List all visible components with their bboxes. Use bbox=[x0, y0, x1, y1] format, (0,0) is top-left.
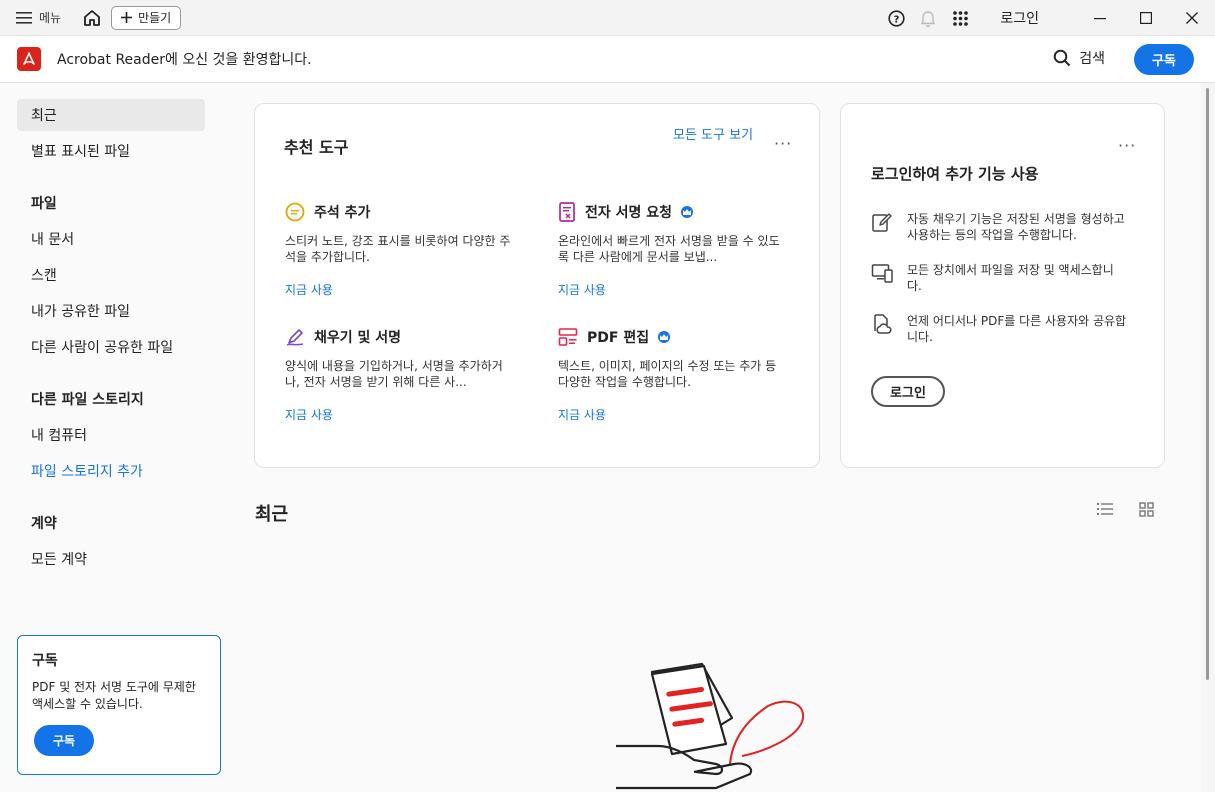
minimize-icon bbox=[1094, 18, 1106, 20]
tool-request-esign: 전자 서명 요청 온라인에서 빠르게 전자 서명을 받을 수 있도록 다른 사람… bbox=[558, 202, 788, 298]
tool-name: 전자 서명 요청 bbox=[585, 205, 673, 221]
sidebar-item-all-agreements[interactable]: 모든 계약 bbox=[17, 543, 205, 575]
hamburger-icon bbox=[16, 11, 32, 24]
subscribe-card: 구독 PDF 및 전자 서명 도구에 무제한 액세스할 수 있습니다. 구독 bbox=[17, 635, 221, 775]
sidebar-heading-files: 파일 bbox=[31, 196, 57, 212]
sidebar-heading-agreements: 계약 bbox=[31, 516, 57, 532]
help-icon: ? bbox=[888, 9, 905, 27]
acrobat-logo bbox=[17, 47, 41, 71]
menu-button[interactable]: 메뉴 bbox=[16, 9, 61, 26]
tool-edit-pdf: PDF 편집 텍스트, 이미지, 페이지의 수정 또는 추가 등 다양한 작업을… bbox=[558, 327, 788, 423]
tool-use-now-link[interactable]: 지금 사용 bbox=[558, 281, 788, 298]
search-button[interactable]: 검색 bbox=[1053, 48, 1105, 68]
subscribe-button[interactable]: 구독 bbox=[1134, 44, 1194, 75]
close-icon bbox=[1186, 12, 1198, 24]
feature-text: 모든 장치에서 파일을 저장 및 액세스합니다. bbox=[907, 263, 1114, 293]
search-label: 검색 bbox=[1079, 51, 1105, 67]
esign-request-icon bbox=[559, 202, 575, 222]
tool-name: PDF 편집 bbox=[587, 330, 650, 346]
feature-text: 언제 어디서나 PDF를 다른 사용자와 공유합니다. bbox=[907, 314, 1127, 344]
create-label: 만들기 bbox=[138, 11, 172, 25]
titlebar-login-link[interactable]: 로그인 bbox=[1000, 8, 1039, 28]
close-button[interactable] bbox=[1169, 0, 1215, 36]
grid-view-icon[interactable] bbox=[1139, 502, 1154, 517]
bell-icon bbox=[921, 10, 936, 27]
subscribe-card-title: 구독 bbox=[32, 653, 58, 669]
tool-name: 주석 추가 bbox=[314, 205, 371, 221]
help-button[interactable]: ? bbox=[880, 0, 912, 36]
recent-section-title: 최근 bbox=[255, 504, 289, 525]
search-icon bbox=[1053, 49, 1071, 67]
feature-item: 언제 어디서나 PDF를 다른 사용자와 공유합니다. bbox=[871, 313, 1131, 345]
minimize-button[interactable] bbox=[1077, 0, 1123, 36]
login-card-more-button[interactable]: ··· bbox=[1118, 136, 1136, 155]
scrollbar-thumb[interactable] bbox=[1206, 88, 1209, 680]
apps-grid-icon bbox=[953, 10, 968, 26]
login-button[interactable]: 로그인 bbox=[871, 376, 945, 407]
tool-add-comment: 주석 추가 스티커 노트, 강조 표시를 비롯하여 다양한 주석을 추가합니다.… bbox=[285, 202, 515, 298]
tool-name: 채우기 및 서명 bbox=[314, 330, 402, 346]
tool-description: 스티커 노트, 강조 표시를 비롯하여 다양한 주석을 추가합니다. bbox=[285, 234, 511, 264]
sidebar-item-my-documents[interactable]: 내 문서 bbox=[17, 223, 205, 255]
comment-icon bbox=[285, 202, 305, 222]
tools-card-title: 추천 도구 bbox=[284, 138, 349, 157]
view-toggle bbox=[1097, 502, 1154, 517]
sidebar-item-scan[interactable]: 스캔 bbox=[17, 259, 205, 291]
autofill-edit-icon bbox=[872, 213, 892, 232]
create-button[interactable]: 만들기 bbox=[111, 5, 182, 30]
devices-icon bbox=[871, 264, 893, 283]
maximize-icon bbox=[1140, 12, 1152, 24]
welcome-header: Acrobat Reader에 오신 것을 환영합니다. 검색 구독 bbox=[0, 36, 1215, 83]
home-button[interactable] bbox=[79, 5, 105, 31]
notifications-button[interactable] bbox=[912, 0, 944, 36]
tool-description: 텍스트, 이미지, 페이지의 수정 또는 추가 등 다양한 작업을 수행합니다. bbox=[558, 359, 777, 389]
menu-label: 메뉴 bbox=[39, 11, 62, 25]
tool-description: 양식에 내용을 기입하거나, 서명을 추가하거나, 전자 서명을 받기 위해 다… bbox=[285, 359, 503, 389]
sidebar-item-shared-by-others[interactable]: 다른 사람이 공유한 파일 bbox=[17, 331, 205, 363]
svg-text:?: ? bbox=[893, 14, 899, 25]
list-view-icon[interactable] bbox=[1097, 502, 1113, 516]
view-all-tools-link[interactable]: 모든 도구 보기 bbox=[673, 124, 753, 143]
subscribe-card-description: PDF 및 전자 서명 도구에 무제한 액세스할 수 있습니다. bbox=[32, 680, 196, 711]
sidebar-item-shared-by-me[interactable]: 내가 공유한 파일 bbox=[17, 295, 205, 327]
sidebar-heading-storage: 다른 파일 스토리지 bbox=[31, 392, 144, 408]
tool-use-now-link[interactable]: 지금 사용 bbox=[285, 406, 515, 423]
welcome-text: Acrobat Reader에 오신 것을 환영합니다. bbox=[57, 52, 312, 68]
login-card-title: 로그인하여 추가 기능 사용 bbox=[871, 165, 1039, 183]
feature-text: 자동 채우기 기능은 저장된 서명을 형성하고 사용하는 등의 작업을 수행합니… bbox=[907, 212, 1125, 242]
sidebar-item-add-storage[interactable]: 파일 스토리지 추가 bbox=[17, 455, 205, 487]
premium-crown-icon bbox=[658, 331, 671, 343]
feature-item: 자동 채우기 기능은 저장된 서명을 형성하고 사용하는 등의 작업을 수행합니… bbox=[871, 211, 1131, 243]
edit-pdf-icon bbox=[558, 328, 578, 346]
tool-use-now-link[interactable]: 지금 사용 bbox=[285, 281, 515, 298]
plus-icon bbox=[121, 12, 133, 23]
maximize-button[interactable] bbox=[1123, 0, 1169, 36]
acrobat-logo-icon bbox=[23, 52, 35, 65]
fill-sign-pen-icon bbox=[286, 329, 304, 346]
tool-use-now-link[interactable]: 지금 사용 bbox=[558, 406, 788, 423]
apps-button[interactable] bbox=[944, 0, 976, 36]
vertical-scrollbar[interactable] bbox=[1201, 83, 1215, 792]
feature-item: 모든 장치에서 파일을 저장 및 액세스합니다. bbox=[871, 262, 1131, 294]
tool-fill-and-sign: 채우기 및 서명 양식에 내용을 기입하거나, 서명을 추가하거나, 전자 서명… bbox=[285, 327, 515, 423]
cloud-share-icon bbox=[874, 314, 892, 334]
tools-card-more-button[interactable]: ··· bbox=[774, 134, 792, 153]
empty-state-illustration bbox=[612, 660, 812, 792]
sidebar-item-my-computer[interactable]: 내 컴퓨터 bbox=[17, 419, 205, 451]
tool-description: 온라인에서 빠르게 전자 서명을 받을 수 있도록 다른 사람에게 문서를 보냅… bbox=[558, 234, 780, 264]
home-icon bbox=[84, 9, 100, 26]
premium-crown-icon bbox=[681, 206, 694, 218]
document-hand-illustration bbox=[616, 662, 805, 790]
subscribe-card-button[interactable]: 구독 bbox=[34, 725, 94, 756]
login-features-card: ··· 로그인하여 추가 기능 사용 자동 채우기 기능은 저장된 서명을 형성… bbox=[840, 103, 1165, 468]
sidebar-item-starred[interactable]: 별표 표시된 파일 bbox=[17, 135, 205, 167]
sidebar-item-recent[interactable]: 최근 bbox=[17, 99, 205, 131]
recommended-tools-card: 추천 도구 모든 도구 보기 ··· 주석 추가 스티커 노트, 강조 표시를 … bbox=[254, 103, 820, 468]
title-bar: 메뉴 만들기 ? 로그인 bbox=[0, 0, 1215, 36]
